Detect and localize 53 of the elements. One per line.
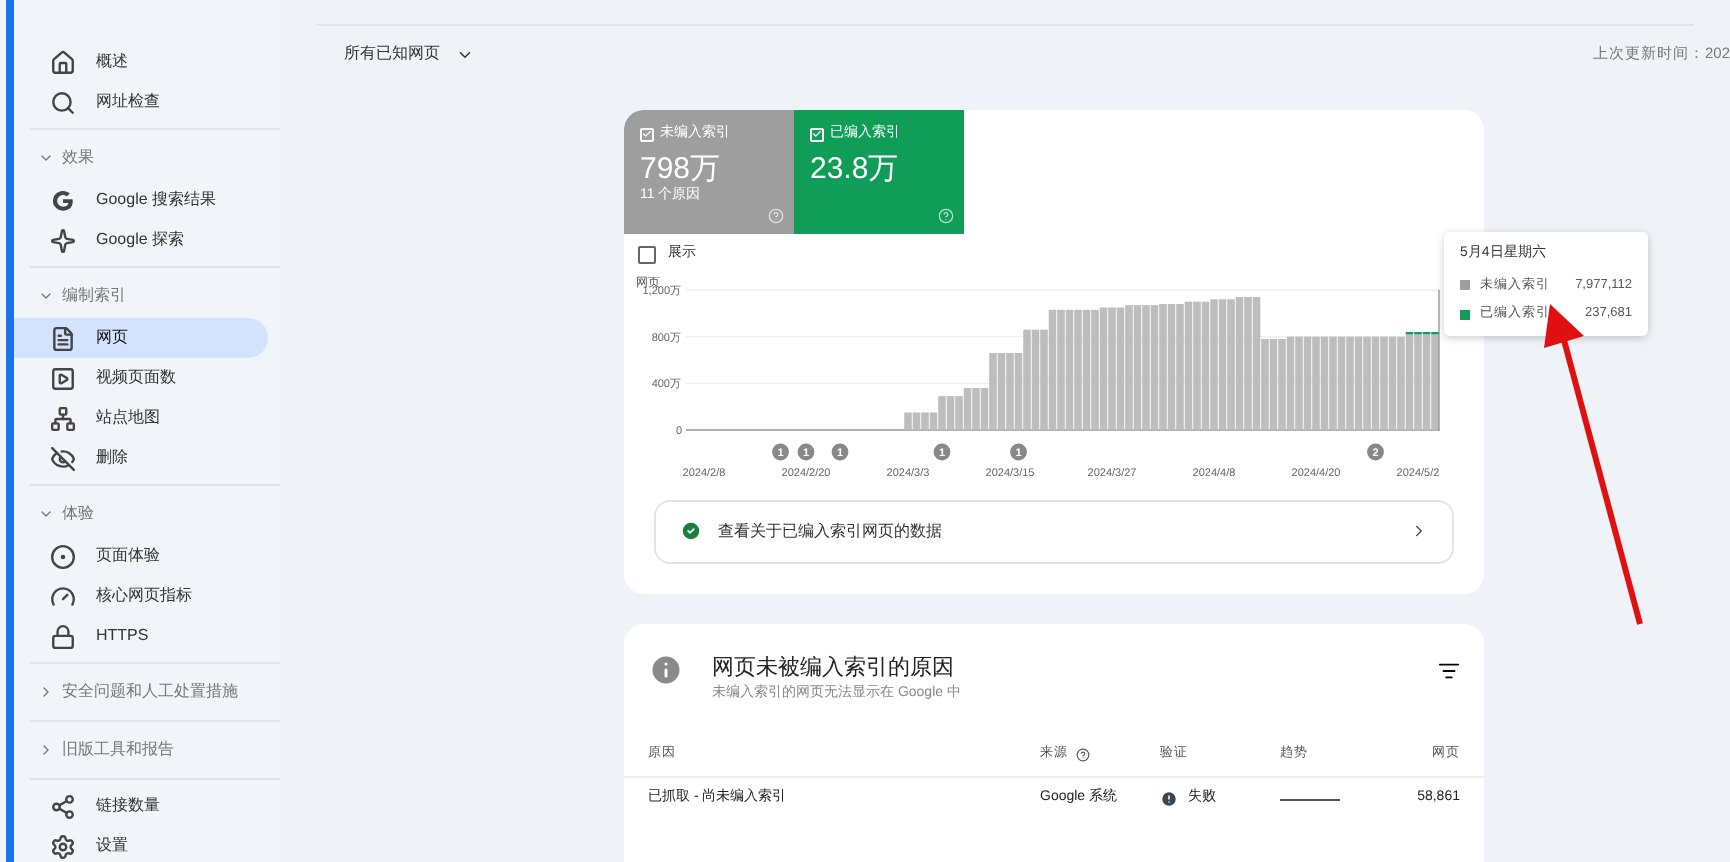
caret-icon	[38, 684, 54, 700]
video-page-icon	[50, 365, 76, 391]
help-icon[interactable]	[1076, 747, 1090, 761]
gauge-icon	[50, 583, 76, 609]
nav-item[interactable]: 视频页面数	[30, 358, 268, 398]
home-icon	[50, 49, 76, 75]
google-g-icon	[50, 187, 76, 213]
nav-section-header[interactable]: 旧版工具和报告	[30, 728, 280, 772]
lock-icon	[50, 623, 76, 649]
check-icon	[812, 128, 822, 141]
check-icon	[642, 128, 652, 141]
nav-item[interactable]: 页面体验	[30, 536, 268, 576]
nav-item[interactable]: 概述	[30, 42, 268, 82]
nav-item[interactable]: 网页	[14, 318, 268, 358]
filter-icon[interactable]	[1438, 659, 1460, 681]
caret-icon	[38, 742, 54, 758]
eye-off-icon	[50, 445, 76, 471]
page-icon	[50, 325, 76, 351]
filter-dropdown[interactable]: 所有已知网页	[344, 42, 474, 66]
nav-item[interactable]: 核心网页指标	[30, 576, 268, 616]
caret-icon	[38, 506, 54, 522]
nav-item[interactable]: 网址检查	[30, 82, 268, 122]
sitemap-icon	[50, 405, 76, 431]
indexed-data-link[interactable]: 查看关于已编入索引网页的数据	[654, 499, 1454, 563]
nav-item[interactable]: Google 探索	[30, 220, 268, 260]
settings-icon	[50, 833, 76, 859]
tile-value: 798万	[640, 151, 723, 186]
caret-icon	[38, 288, 54, 304]
sparkle-icon	[50, 227, 76, 253]
nav-item[interactable]: 设置	[30, 826, 268, 862]
tile-value: 23.8万	[810, 151, 901, 187]
nav-section-header[interactable]: 编制索引	[30, 274, 280, 318]
nav-section-header[interactable]: 效果	[30, 136, 280, 180]
caret-icon	[38, 150, 54, 166]
nav-section-header[interactable]: 安全问题和人工处置措施	[30, 670, 280, 714]
alert-icon	[1160, 790, 1178, 808]
nav-item[interactable]: 链接数量	[30, 786, 268, 826]
circle-icon	[50, 543, 76, 569]
card-title: 网页未被编入索引的原因	[712, 653, 956, 683]
nav-item[interactable]: Google 搜索结果	[30, 180, 268, 220]
check-circle-icon	[680, 520, 702, 542]
tile-checkbox[interactable]	[640, 127, 654, 142]
nav-item[interactable]: 站点地图	[30, 398, 268, 438]
checkbox[interactable]	[638, 245, 656, 264]
search-icon	[50, 89, 76, 115]
trend-sparkline	[1280, 795, 1340, 803]
nav-item[interactable]: HTTPS	[30, 616, 268, 656]
nav-item[interactable]: 删除	[30, 438, 268, 478]
nav-section-header[interactable]: 体验	[30, 492, 280, 536]
info-icon	[648, 651, 684, 687]
chevron-right-icon	[1410, 522, 1428, 540]
tile-checkbox[interactable]	[810, 127, 824, 142]
network-icon	[50, 793, 76, 819]
